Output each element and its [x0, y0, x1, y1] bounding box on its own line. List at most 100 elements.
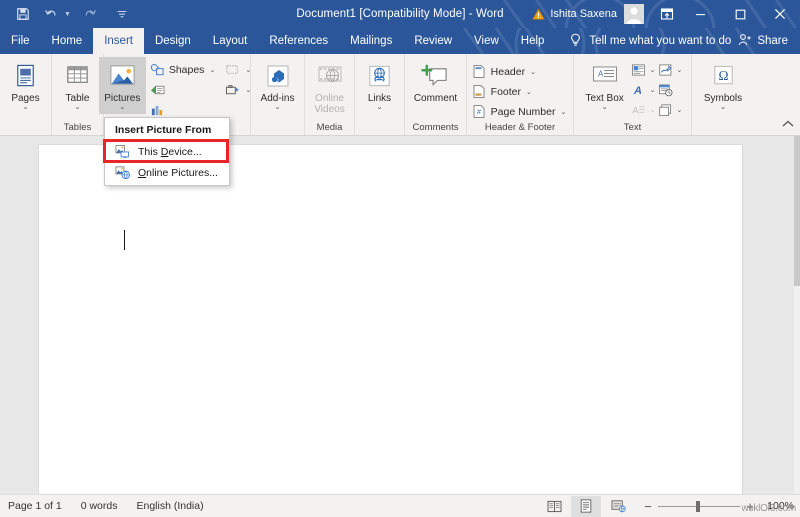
scrollbar-thumb[interactable]	[794, 136, 800, 286]
collapse-ribbon-icon[interactable]	[782, 119, 794, 132]
chevron-down-icon[interactable]: ⌄	[530, 68, 536, 76]
share-button[interactable]: Share	[738, 28, 788, 54]
avatar[interactable]	[624, 4, 644, 24]
page-number-icon: #	[472, 104, 487, 119]
menu-item-this-device-label: This Device...	[138, 145, 202, 158]
tab-references[interactable]: References	[258, 28, 339, 54]
tab-review[interactable]: Review	[403, 28, 463, 54]
view-web-layout[interactable]	[603, 496, 633, 517]
maximize-restore-button[interactable]	[720, 0, 760, 28]
vertical-scrollbar[interactable]	[794, 136, 800, 494]
date-time-icon[interactable]	[656, 80, 676, 99]
account-name[interactable]: Ishita Saxena	[550, 8, 617, 20]
chevron-down-icon[interactable]: ⌄	[720, 104, 726, 112]
pages-icon	[10, 60, 42, 92]
table-button[interactable]: Table ⌄	[54, 57, 101, 114]
group-label-comments: Comments	[412, 122, 459, 133]
screenshot-icon	[225, 82, 240, 97]
footer-button[interactable]: Footer ⌄	[470, 82, 571, 101]
zoom-slider-thumb[interactable]	[696, 501, 700, 512]
customize-qat-icon[interactable]	[113, 5, 131, 23]
zoom-slider[interactable]	[658, 500, 740, 512]
menu-item-this-device[interactable]: This Device...	[105, 141, 229, 162]
minimize-button[interactable]	[680, 0, 720, 28]
footer-label: Footer	[490, 85, 522, 98]
site-watermark: wsklOl3.com	[741, 503, 797, 514]
table-icon	[62, 60, 94, 92]
chevron-down-icon[interactable]: ⌄	[377, 104, 383, 112]
chart-icon	[150, 102, 165, 117]
tab-insert[interactable]: Insert	[93, 28, 144, 54]
text-box-button[interactable]: A Text Box ⌄	[583, 57, 627, 114]
zoom-out-button[interactable]: −	[643, 499, 653, 514]
ribbon-group-header-footer: Header ⌄ Footer ⌄ # Page Number ⌄ Header…	[467, 54, 574, 135]
chevron-down-icon[interactable]: ⌄	[209, 66, 215, 74]
page-number-button[interactable]: # Page Number ⌄	[470, 102, 571, 121]
online-videos-icon	[314, 60, 346, 92]
chevron-down-icon[interactable]: ⌄	[23, 104, 29, 112]
view-print-layout[interactable]	[571, 495, 601, 517]
group-label-tables: Tables	[63, 122, 92, 133]
quick-parts-icon[interactable]	[629, 60, 649, 79]
tab-file[interactable]: File	[0, 28, 41, 54]
tell-me-placeholder: Tell me what you want to do	[589, 35, 732, 47]
menu-item-online-pictures[interactable]: Online Pictures...	[105, 162, 229, 183]
wordart-icon[interactable]: A	[629, 80, 649, 99]
pictures-button[interactable]: Pictures ⌄	[98, 57, 146, 114]
addins-button[interactable]: Add-ins ⌄	[254, 57, 301, 114]
view-read-mode[interactable]	[539, 496, 569, 517]
icons-gallery-icon	[225, 62, 240, 77]
warning-triangle-icon[interactable]	[532, 8, 546, 21]
page-number-label: Page Number	[490, 105, 556, 118]
redo-icon[interactable]	[81, 5, 99, 23]
ribbon-group-symbols: Ω Symbols ⌄	[692, 54, 754, 135]
links-label: Links	[367, 93, 392, 104]
page-info[interactable]: Page 1 of 1	[8, 500, 62, 512]
chevron-down-icon[interactable]: ⌄	[677, 106, 683, 114]
chevron-down-icon[interactable]: ⌄	[119, 104, 125, 112]
tab-help[interactable]: Help	[510, 28, 556, 54]
ribbon-display-options-icon[interactable]	[654, 0, 680, 28]
links-button[interactable]: Links ⌄	[356, 57, 403, 114]
tab-home[interactable]: Home	[41, 28, 94, 54]
table-label: Table	[65, 93, 90, 104]
insert-picture-menu[interactable]: Insert Picture From This Device... Onlin…	[104, 117, 230, 186]
close-button[interactable]	[760, 0, 800, 28]
undo-icon[interactable]	[42, 5, 60, 23]
chevron-down-icon[interactable]: ⌄	[602, 104, 608, 112]
object-icon[interactable]	[656, 100, 676, 119]
tab-view[interactable]: View	[463, 28, 510, 54]
smartart-button[interactable]	[148, 80, 220, 99]
word-window: ▼ Document1 [Compatibility Mode] - Word …	[0, 0, 800, 517]
group-label-media: Media	[316, 122, 343, 133]
tab-design[interactable]: Design	[144, 28, 202, 54]
online-videos-button[interactable]: Online Videos	[306, 57, 353, 117]
chevron-down-icon[interactable]: ⌄	[75, 104, 81, 112]
tab-layout[interactable]: Layout	[202, 28, 259, 54]
ribbon-group-comments: Comment Comments	[405, 54, 467, 135]
undo-dropdown-caret[interactable]: ▼	[64, 11, 71, 18]
header-button[interactable]: Header ⌄	[470, 62, 571, 81]
save-icon[interactable]	[14, 5, 32, 23]
links-icon	[364, 60, 396, 92]
shapes-icon	[150, 62, 165, 77]
comment-label: Comment	[413, 93, 458, 104]
chevron-down-icon[interactable]: ⌄	[275, 104, 281, 112]
document-page[interactable]	[38, 144, 743, 494]
drop-cap-icon[interactable]: A	[629, 100, 649, 119]
title-bar-right: Ishita Saxena	[532, 0, 800, 28]
document-area[interactable]	[0, 136, 794, 494]
tell-me-search[interactable]: Tell me what you want to do	[569, 28, 731, 54]
symbols-button[interactable]: Ω Symbols ⌄	[695, 57, 751, 114]
pages-button[interactable]: Pages ⌄	[2, 57, 49, 114]
language-indicator[interactable]: English (India)	[136, 500, 203, 512]
chevron-down-icon[interactable]: ⌄	[677, 66, 683, 74]
chevron-down-icon[interactable]: ⌄	[560, 108, 566, 116]
smartart-icon	[150, 82, 165, 97]
signature-line-icon[interactable]	[656, 60, 676, 79]
word-count[interactable]: 0 words	[81, 500, 118, 512]
chevron-down-icon[interactable]: ⌄	[526, 88, 532, 96]
comment-button[interactable]: Comment	[408, 57, 464, 106]
tab-mailings[interactable]: Mailings	[339, 28, 403, 54]
shapes-button[interactable]: Shapes ⌄	[148, 60, 220, 79]
